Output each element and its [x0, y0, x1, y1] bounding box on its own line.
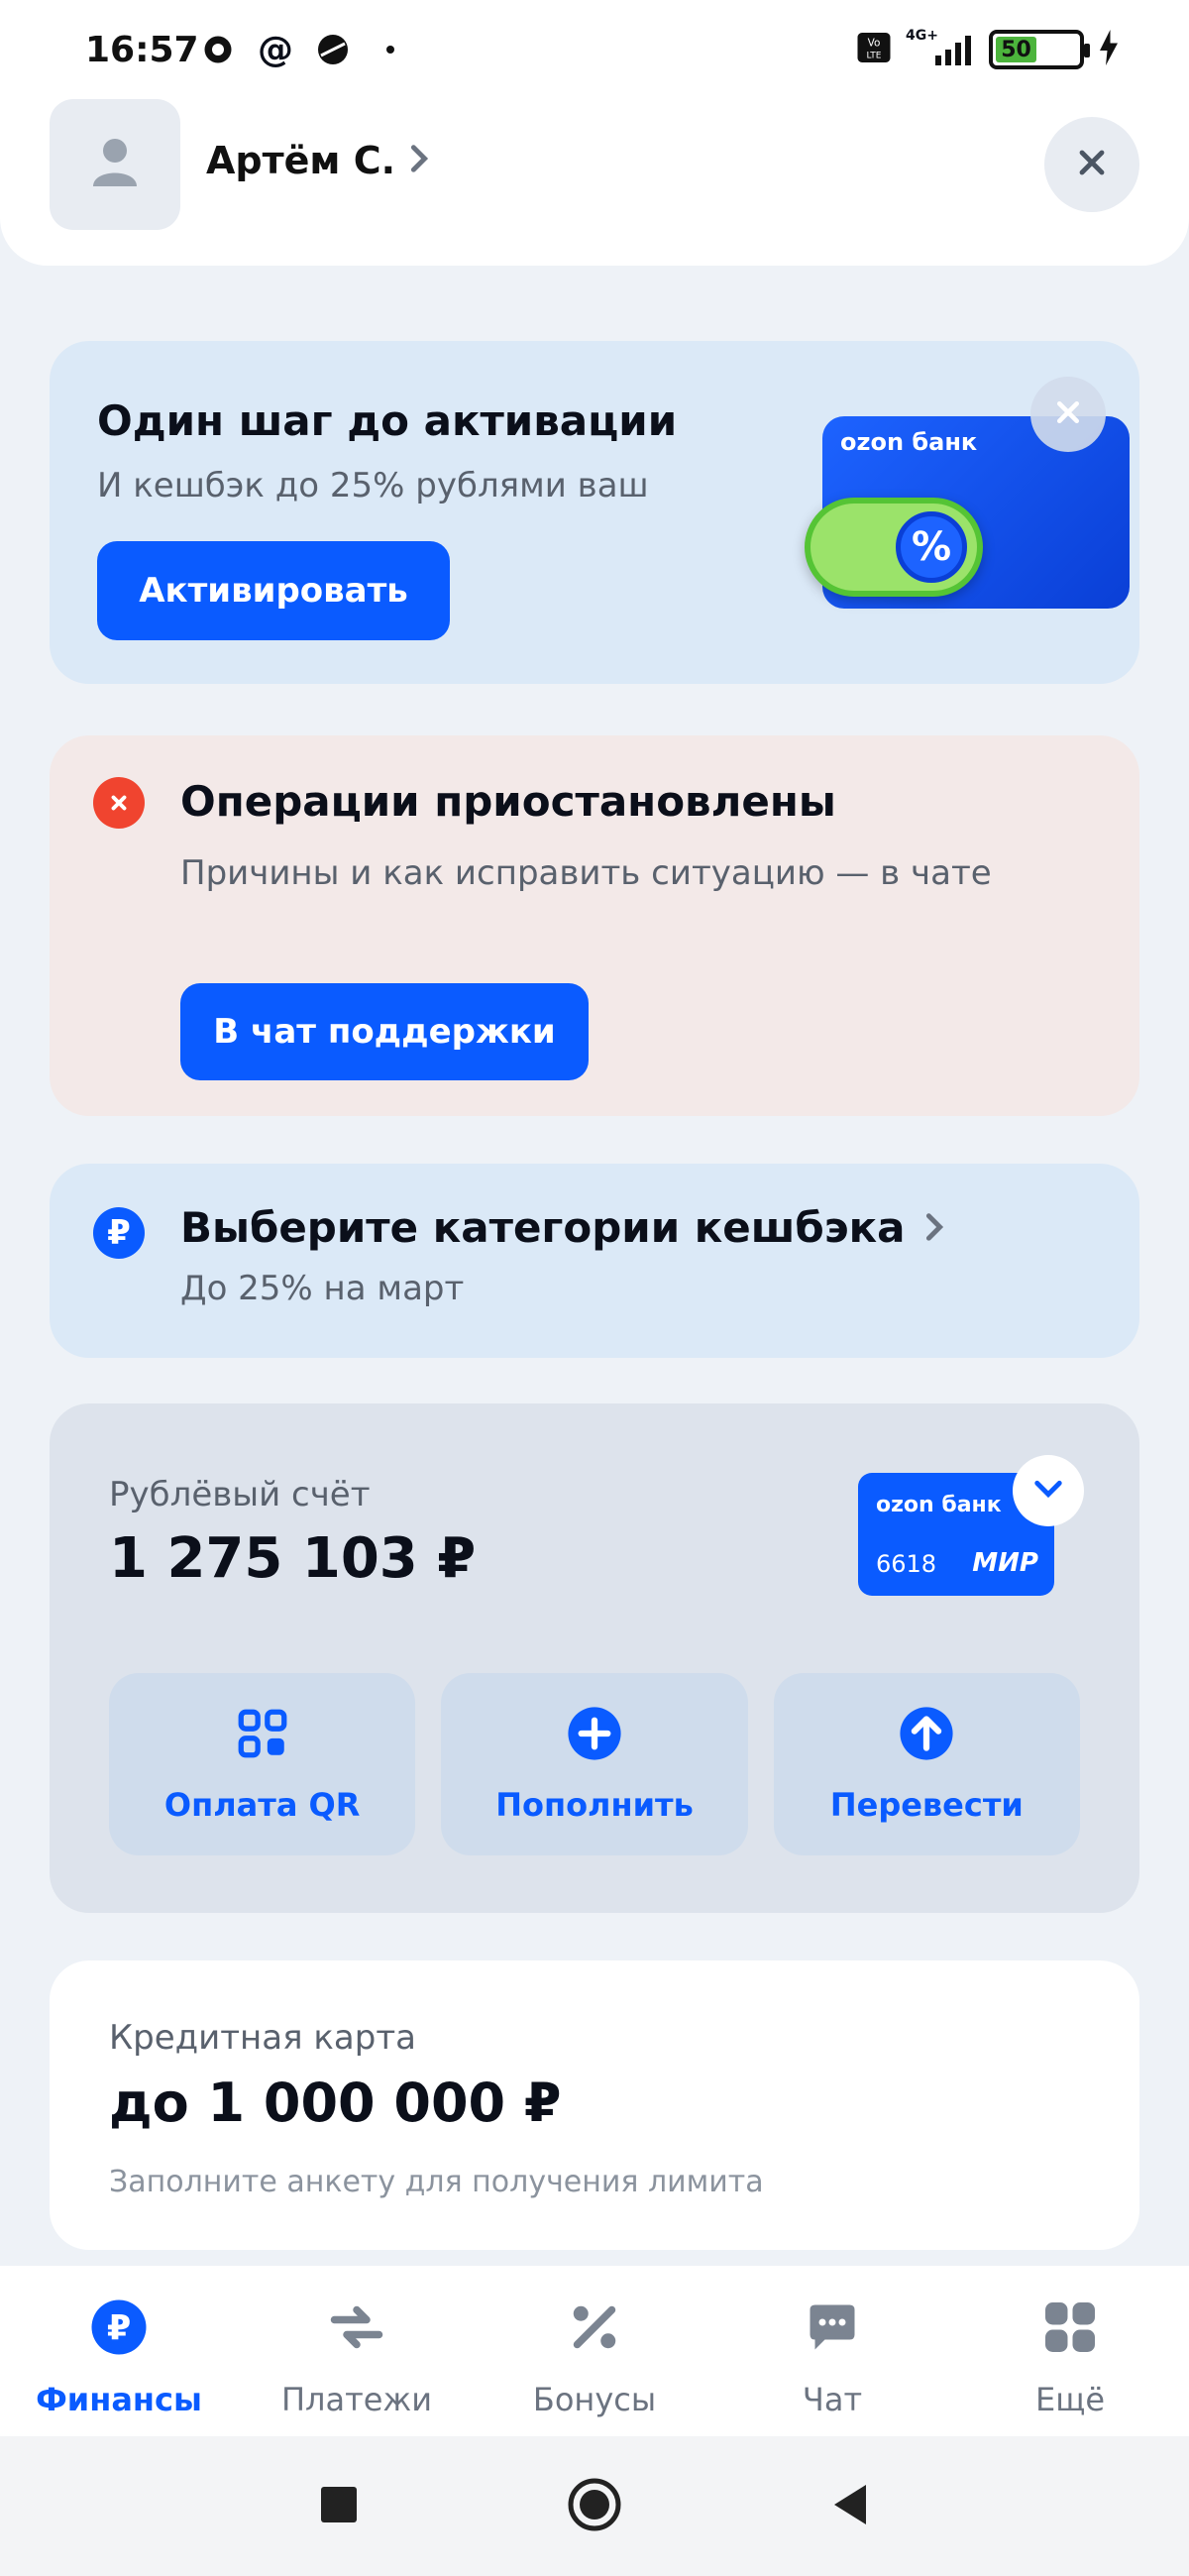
support-chat-button[interactable]: В чат поддержки	[180, 983, 589, 1080]
account-label: Рублёвый счёт	[109, 1475, 371, 1514]
account-balance: 1 275 103 ₽	[109, 1526, 477, 1591]
ruble-icon: ₽	[93, 1207, 145, 1259]
back-button[interactable]	[830, 2483, 870, 2530]
nav-bonuses[interactable]: Бонусы	[495, 2296, 694, 2418]
svg-text:₽: ₽	[107, 2309, 131, 2349]
cashback-title: Выберите категории кешбэка	[180, 1203, 906, 1252]
nav-more[interactable]: Ещё	[971, 2296, 1169, 2418]
activation-card[interactable]: Один шаг до активации И кешбэк до 25% ру…	[50, 341, 1139, 684]
status-system-icons: Vo LTE 4G+ 50	[856, 28, 1120, 69]
close-button[interactable]	[1044, 117, 1139, 212]
nav-finances[interactable]: ₽ Финансы	[20, 2296, 218, 2418]
cashback-categories-card[interactable]: ₽ Выберите категории кешбэка До 25% на м…	[50, 1164, 1139, 1358]
cashback-subtitle: До 25% на март	[180, 1269, 465, 1308]
pay-qr-button[interactable]: Оплата QR	[109, 1673, 416, 1855]
cashback-title-row: Выберите категории кешбэка	[180, 1203, 944, 1252]
bottom-navigation: ₽ Финансы Платежи Бонусы Чат Ещё	[0, 2266, 1189, 2436]
nav-chat[interactable]: Чат	[733, 2296, 931, 2418]
qr-icon	[234, 1705, 291, 1762]
nav-finances-label: Финансы	[36, 2381, 202, 2418]
status-bar: 16:57 @ Vo LTE 4G+ 50	[0, 0, 1189, 99]
ruble-icon: ₽	[87, 2296, 151, 2359]
chevron-right-icon	[409, 139, 429, 182]
status-notification-icons: @	[198, 29, 410, 70]
signal-icon: 4G+	[906, 28, 975, 67]
svg-text:Vo: Vo	[868, 38, 881, 50]
transfer-button[interactable]: Перевести	[773, 1673, 1080, 1855]
credit-amount: до 1 000 000 ₽	[109, 2072, 562, 2134]
user-name-link[interactable]: Артём С.	[206, 139, 429, 182]
nav-payments-label: Платежи	[280, 2381, 433, 2418]
operations-subtitle: Причины и как исправить ситуацию — в чат…	[180, 853, 992, 893]
home-button[interactable]	[567, 2477, 622, 2536]
user-name: Артём С.	[206, 139, 396, 182]
status-time: 16:57	[85, 30, 199, 70]
nav-more-label: Ещё	[1034, 2381, 1106, 2418]
cashback-toggle-image: %	[805, 498, 983, 597]
activation-subtitle: И кешбэк до 25% рублями ваш	[97, 466, 649, 505]
recents-button[interactable]	[319, 2485, 359, 2528]
volte-icon: Vo LTE	[856, 30, 892, 69]
arrow-up-icon	[898, 1705, 955, 1762]
credit-subtitle: Заполните анкету для получения лимита	[109, 2165, 764, 2199]
globe-icon	[313, 30, 353, 69]
top-up-label: Пополнить	[495, 1786, 694, 1824]
close-icon	[1076, 147, 1108, 182]
error-icon	[93, 777, 145, 829]
chat-bubble-icon	[198, 30, 238, 69]
network-type-label: 4G+	[906, 28, 938, 44]
account-actions: Оплата QR Пополнить Перевести	[109, 1673, 1080, 1855]
nav-chat-label: Чат	[802, 2381, 863, 2418]
charging-icon	[1098, 30, 1120, 69]
ruble-account-card: Рублёвый счёт 1 275 103 ₽ ozon банк 6618…	[50, 1403, 1139, 1913]
percent-icon: %	[896, 511, 967, 583]
transfer-label: Перевести	[829, 1786, 1024, 1824]
pay-qr-label: Оплата QR	[163, 1786, 361, 1824]
nav-payments[interactable]: Платежи	[258, 2296, 456, 2418]
activate-button[interactable]: Активировать	[97, 541, 450, 640]
chat-icon	[801, 2296, 864, 2359]
grid-icon	[1038, 2296, 1102, 2359]
operations-title: Операции приостановлены	[180, 777, 836, 826]
credit-label: Кредитная карта	[109, 2018, 416, 2058]
profile-header: Артём С.	[0, 99, 1189, 238]
user-icon	[91, 137, 139, 192]
at-sign-icon: @	[258, 29, 293, 70]
plus-icon	[566, 1705, 623, 1762]
activation-title: Один шаг до активации	[97, 396, 678, 445]
card-brand-label: ozon банк	[840, 428, 978, 456]
avatar[interactable]	[50, 99, 180, 230]
percent-icon	[563, 2296, 626, 2359]
credit-card-offer[interactable]: Кредитная карта до 1 000 000 ₽ Заполните…	[50, 1960, 1139, 2250]
card-number: 6618	[876, 1550, 937, 1578]
card-brand-label: ozon банк	[876, 1493, 1002, 1517]
dismiss-activation-button[interactable]	[1030, 377, 1106, 452]
nav-bonuses-label: Бонусы	[532, 2381, 657, 2418]
operations-suspended-card: Операции приостановлены Причины и как ис…	[50, 735, 1139, 1116]
svg-text:LTE: LTE	[867, 52, 882, 61]
close-icon	[1054, 398, 1082, 430]
top-up-button[interactable]: Пополнить	[441, 1673, 748, 1855]
transfer-icon	[325, 2296, 388, 2359]
chevron-right-icon	[924, 1203, 944, 1252]
card-system-logo: МИР	[972, 1548, 1038, 1578]
chevron-down-icon	[1033, 1479, 1063, 1503]
dot-icon	[371, 30, 410, 69]
system-navigation-bar	[0, 2436, 1189, 2576]
cards-expand-button[interactable]	[1013, 1455, 1084, 1526]
battery-level: 50	[996, 37, 1036, 62]
battery-icon: 50	[989, 30, 1090, 69]
